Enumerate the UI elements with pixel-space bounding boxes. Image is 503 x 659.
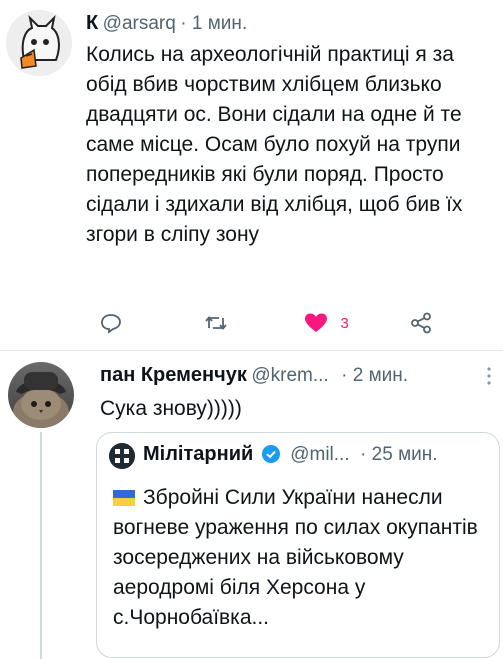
share-icon: [411, 312, 431, 334]
like-button[interactable]: 3: [304, 312, 364, 334]
author-handle[interactable]: @krem...: [251, 365, 328, 386]
more-options-icon[interactable]: [486, 366, 492, 386]
retweet-button[interactable]: [204, 312, 228, 334]
militarnyi-logo-icon: [109, 443, 135, 469]
cat-in-hat-avatar-icon: [8, 362, 74, 428]
quoted-tweet[interactable]: Мілітарний @mil... · 25 мин. Збройні Сил…: [96, 432, 500, 658]
ukraine-flag-icon: [113, 490, 135, 506]
quoted-tweet-time: · 25 мин.: [360, 444, 438, 465]
divider: [0, 350, 503, 351]
tweet-text: Сука знову))))): [100, 397, 242, 420]
heart-icon: [305, 313, 327, 332]
thread-line: [40, 432, 42, 659]
share-button[interactable]: [410, 312, 432, 334]
cat-avatar-icon: [6, 10, 72, 76]
author-name[interactable]: К: [86, 12, 98, 34]
tweet-time[interactable]: · 2 мин.: [341, 365, 408, 386]
quoted-author-handle: @mil...: [290, 444, 350, 465]
verified-badge-icon: [261, 445, 280, 463]
quoted-tweet-text: Збройні Сили України нанесли вогневе ура…: [113, 486, 478, 629]
quoted-author-name: Мілітарний: [143, 443, 254, 465]
reply-icon: [101, 314, 121, 334]
like-count: 3: [340, 314, 349, 332]
retweet-icon: [205, 316, 227, 330]
tweet-text: Колись на археологічній практиці я за об…: [86, 43, 463, 246]
avatar[interactable]: [8, 362, 74, 428]
author-handle[interactable]: @arsarq: [103, 13, 176, 34]
avatar: [109, 443, 135, 469]
avatar[interactable]: [6, 10, 72, 76]
author-name[interactable]: пан Кременчук: [100, 364, 247, 386]
tweet-time[interactable]: · 1 мин.: [180, 13, 247, 34]
reply-button[interactable]: [100, 312, 122, 334]
